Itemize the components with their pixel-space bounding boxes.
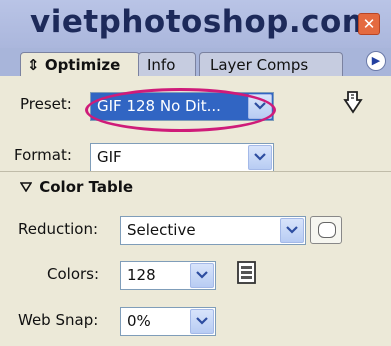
- preset-label: Preset:: [20, 95, 72, 113]
- highlight-oval: [85, 88, 276, 132]
- chevron-down-icon: [190, 263, 214, 288]
- websnap-select[interactable]: 0%: [120, 307, 216, 336]
- reduction-select[interactable]: Selective: [120, 216, 306, 245]
- format-value: GIF: [97, 148, 122, 166]
- collapse-triangle-icon: [19, 178, 34, 196]
- chevron-down-icon: [248, 145, 272, 170]
- tab-optimize-label: Optimize: [44, 56, 121, 74]
- reduction-label: Reduction:: [18, 220, 99, 238]
- tab-info-label: Info: [147, 56, 176, 74]
- colors-label: Colors:: [47, 265, 100, 283]
- dither-icon[interactable]: [310, 216, 342, 244]
- tab-bar: ⇕ Optimize Info Layer Comps: [0, 48, 391, 77]
- format-label: Format:: [14, 146, 72, 164]
- site-title: vietphotoshop.com: [30, 4, 375, 40]
- section-divider: [0, 171, 391, 172]
- format-select[interactable]: GIF: [90, 143, 274, 172]
- tab-layer-comps-label: Layer Comps: [210, 56, 309, 74]
- websnap-value: 0%: [127, 312, 151, 330]
- panel-menu-icon[interactable]: ▶: [366, 51, 386, 71]
- chevron-down-icon: [190, 309, 214, 334]
- title-bar: vietphotoshop.com ✕: [0, 0, 391, 50]
- reduction-value: Selective: [127, 221, 196, 239]
- colors-value: 128: [127, 266, 156, 284]
- close-icon[interactable]: ✕: [358, 13, 380, 35]
- tab-info[interactable]: Info: [138, 52, 196, 77]
- chevron-down-icon: [280, 218, 304, 243]
- tab-layer-comps[interactable]: Layer Comps: [199, 52, 343, 77]
- websnap-label: Web Snap:: [18, 311, 99, 329]
- optimize-menu-icon[interactable]: [342, 90, 364, 118]
- color-table-icon[interactable]: [236, 260, 258, 286]
- color-table-header[interactable]: Color Table: [19, 178, 134, 196]
- tab-updown-icon: ⇕: [27, 56, 40, 74]
- colors-select[interactable]: 128: [120, 261, 216, 290]
- optimize-panel-window: vietphotoshop.com ✕ ⇕ Optimize Info Laye…: [0, 0, 391, 346]
- color-table-title: Color Table: [39, 178, 134, 196]
- tab-optimize[interactable]: ⇕ Optimize: [20, 52, 140, 77]
